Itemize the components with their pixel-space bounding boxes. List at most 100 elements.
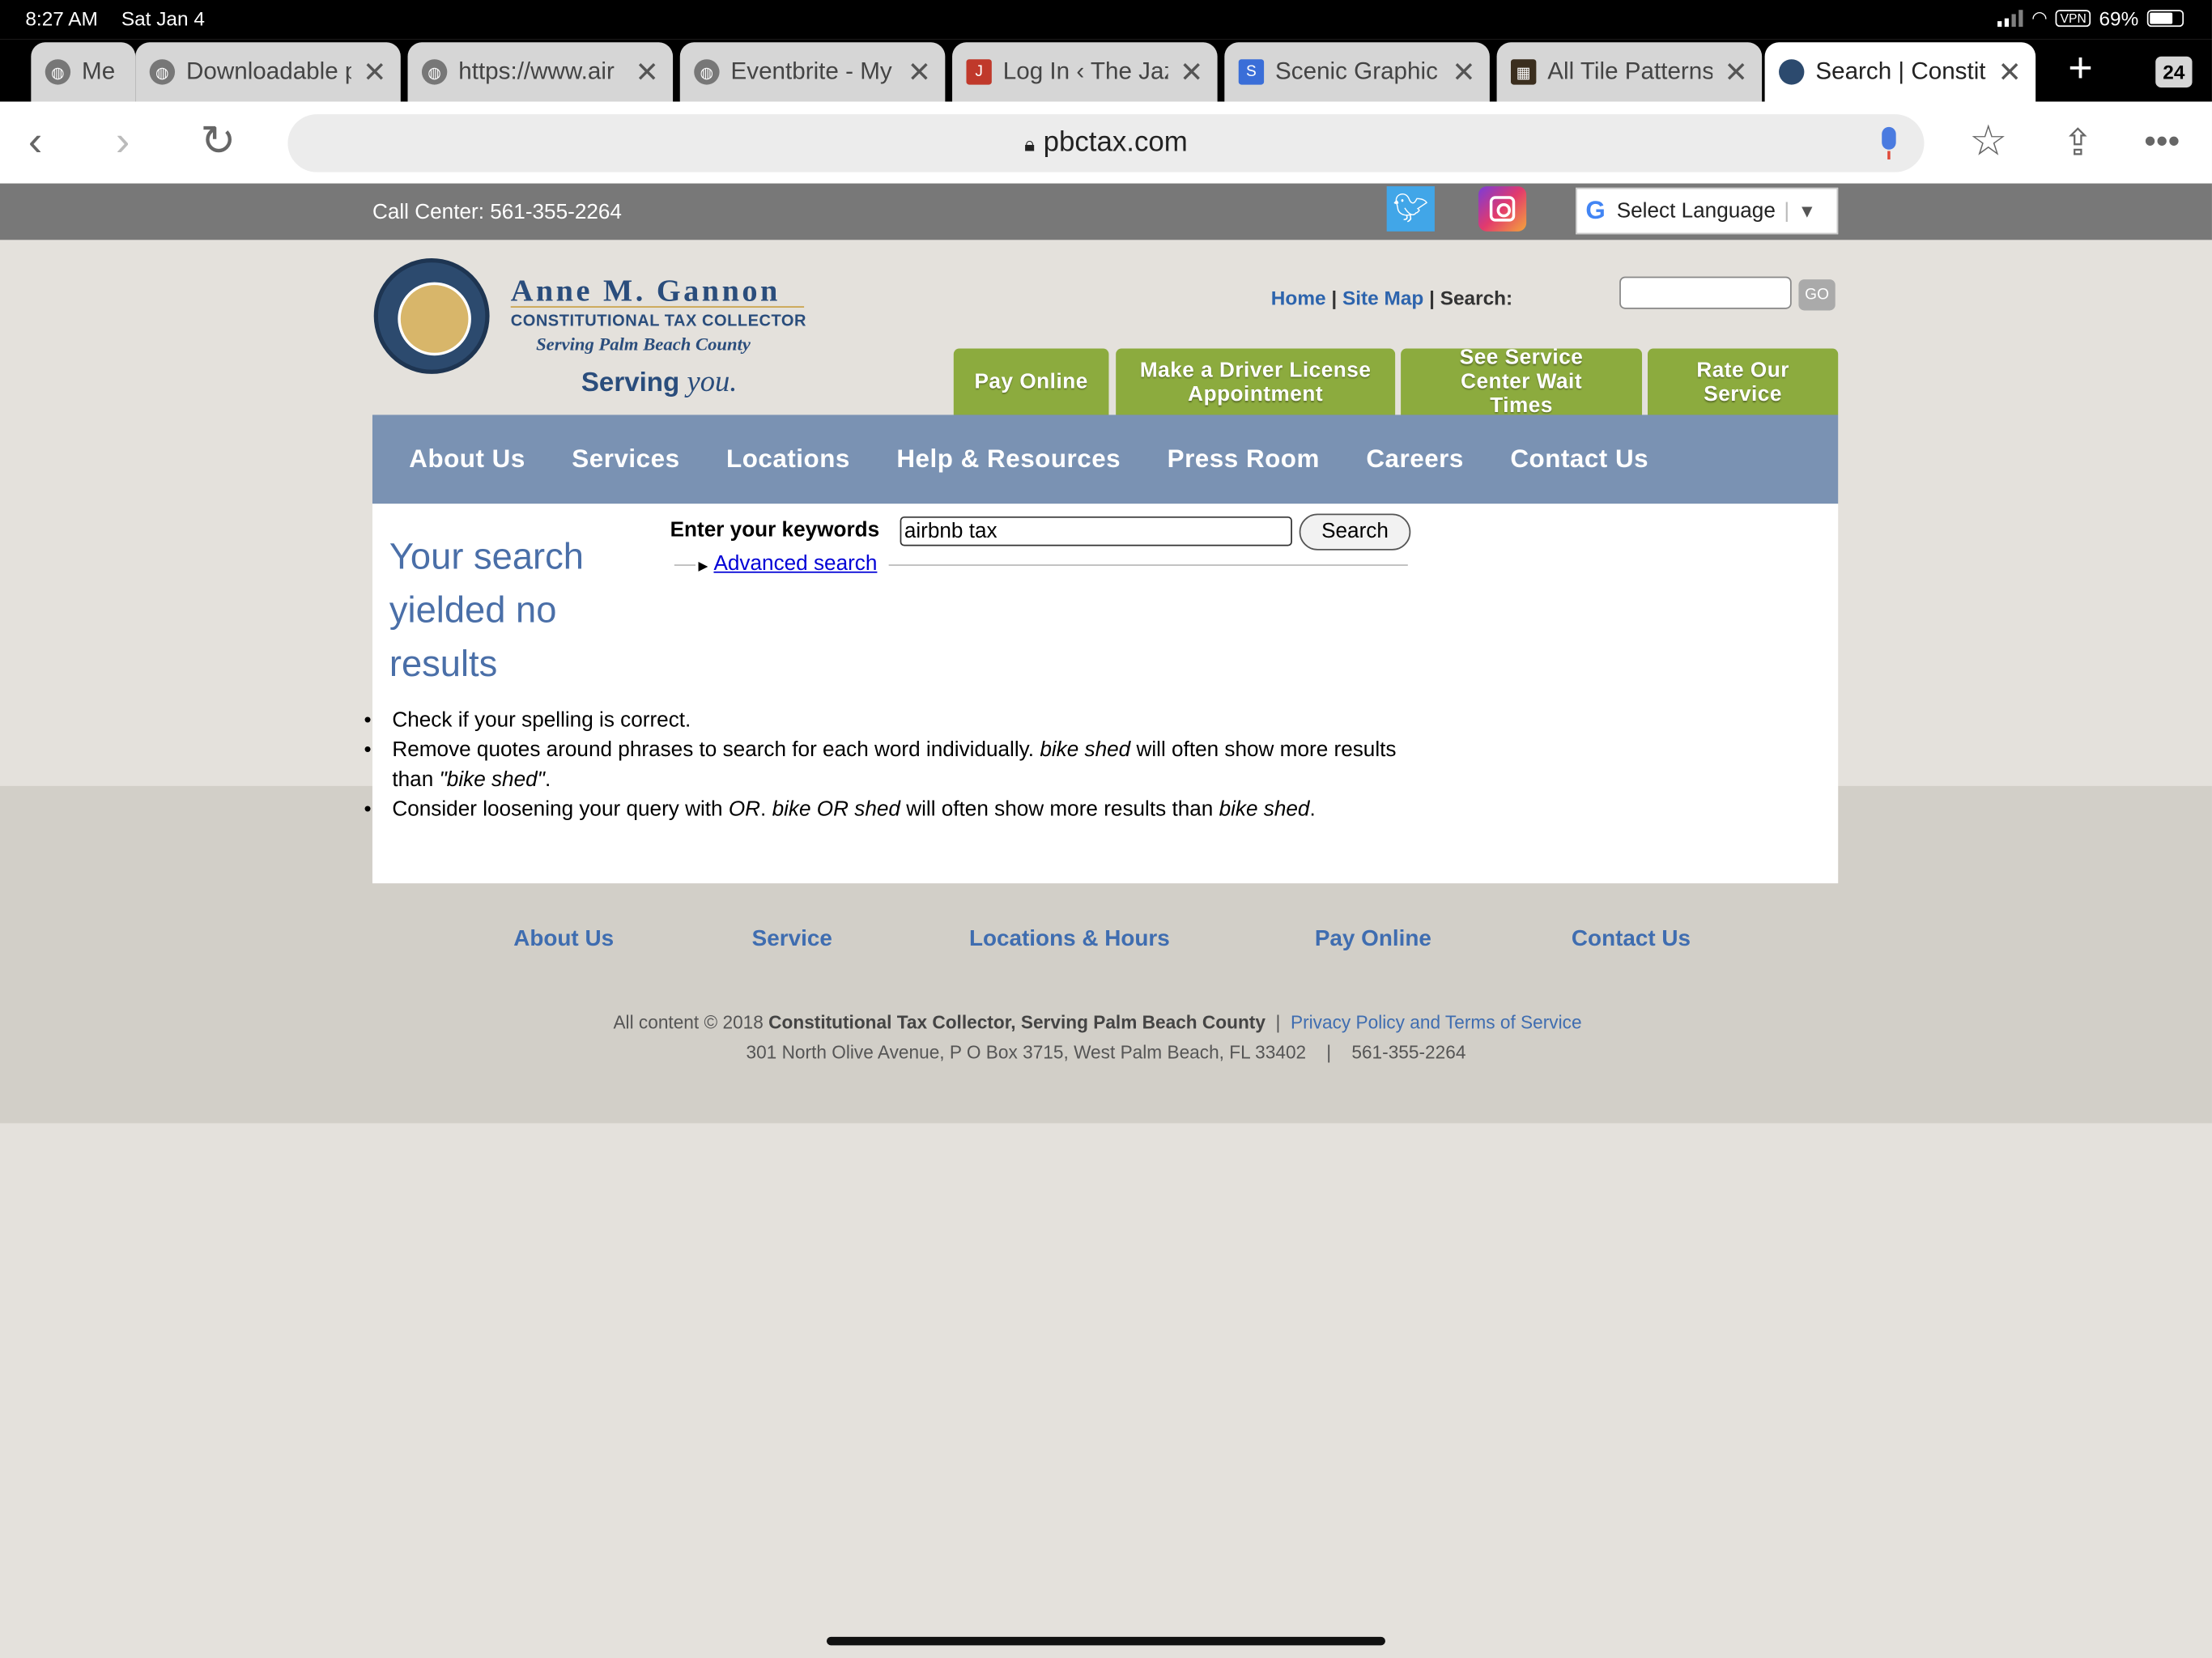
vpn-badge: VPN bbox=[2056, 10, 2091, 28]
copyright-sep: | bbox=[1265, 1011, 1291, 1033]
globe-icon: ◍ bbox=[694, 59, 720, 85]
nav-locations[interactable]: Locations bbox=[726, 444, 850, 474]
tab-title: https://www.air bbox=[458, 57, 615, 85]
footer-pay-online[interactable]: Pay Online bbox=[1315, 927, 1431, 952]
keywords-input[interactable]: airbnb tax bbox=[900, 516, 1292, 546]
browser-tab-active[interactable]: Search | Constit ✕ bbox=[1764, 42, 2036, 102]
footer-about-us[interactable]: About Us bbox=[513, 927, 614, 952]
site-search-input[interactable] bbox=[1619, 276, 1792, 309]
driver-license-appointment-button[interactable]: Make a Driver License Appointment bbox=[1116, 348, 1396, 415]
close-tab-icon[interactable]: ✕ bbox=[635, 54, 658, 90]
browser-tab[interactable]: S Scenic Graphic ✕ bbox=[1224, 42, 1490, 102]
footer-service[interactable]: Service bbox=[752, 927, 832, 952]
forward-icon[interactable]: › bbox=[116, 118, 130, 166]
close-tab-icon[interactable]: ✕ bbox=[1724, 54, 1747, 90]
search-button[interactable]: Search bbox=[1299, 513, 1411, 551]
browser-tab[interactable]: ◍ https://www.air ✕ bbox=[407, 42, 674, 102]
nav-about-us[interactable]: About Us bbox=[409, 444, 525, 474]
browser-tab[interactable]: ◍ Eventbrite - My ✕ bbox=[679, 42, 946, 102]
status-date: Sat Jan 4 bbox=[121, 6, 205, 30]
logo-subtitle: CONSTITUTIONAL TAX COLLECTOR bbox=[510, 312, 806, 330]
logo-divider bbox=[510, 306, 805, 308]
copyright-prefix: All content © 2018 bbox=[613, 1011, 769, 1033]
bookmark-star-icon[interactable]: ☆ bbox=[1969, 118, 2007, 166]
copyright-org: Constitutional Tax Collector, Serving Pa… bbox=[768, 1011, 1266, 1033]
close-tab-icon[interactable]: ✕ bbox=[1452, 54, 1475, 90]
nav-careers[interactable]: Careers bbox=[1366, 444, 1463, 474]
main-nav: About Us Services Locations Help & Resou… bbox=[372, 414, 1839, 504]
triangle-right-icon: ▶ bbox=[698, 559, 708, 573]
advanced-search-link[interactable]: Advanced search bbox=[713, 552, 877, 576]
advanced-search-toggle[interactable]: ▶ Advanced search bbox=[695, 551, 889, 576]
tab-title: Scenic Graphic bbox=[1275, 57, 1438, 85]
browser-tab-bar: ◍ Me ◍ Downloadable p ✕ ◍ https://www.ai… bbox=[0, 39, 2212, 102]
nav-contact-us[interactable]: Contact Us bbox=[1510, 444, 1648, 474]
battery-icon bbox=[2146, 10, 2184, 28]
search-results-panel: Your search yielded no results Enter you… bbox=[364, 504, 1839, 884]
url-field[interactable]: 🔒︎ pbctax.com bbox=[287, 114, 1925, 172]
search-tips: Check if your spelling is correct. Remov… bbox=[364, 706, 1436, 824]
search-label: Search: bbox=[1440, 286, 1513, 309]
tip-text: . bbox=[1309, 797, 1316, 822]
privacy-link[interactable]: Privacy Policy and Terms of Service bbox=[1291, 1012, 1582, 1033]
browser-tab[interactable]: ◍ Downloadable p ✕ bbox=[135, 42, 401, 102]
go-button[interactable]: GO bbox=[1798, 279, 1836, 311]
tip-or: Consider loosening your query with OR. b… bbox=[364, 794, 1436, 824]
logo-name[interactable]: Anne M. Gannon bbox=[511, 272, 781, 308]
language-select[interactable]: G Select Language | ▼ bbox=[1576, 187, 1839, 235]
wifi-icon: ◠ bbox=[2031, 6, 2048, 28]
tax-collector-seal-icon[interactable] bbox=[373, 257, 490, 374]
jazz-favicon-icon: J bbox=[966, 59, 992, 85]
tip-text: will often show more results than bbox=[900, 797, 1219, 822]
footer-locations-hours[interactable]: Locations & Hours bbox=[969, 927, 1170, 952]
reload-icon[interactable]: ↻ bbox=[200, 118, 236, 166]
copyright: All content © 2018 Constitutional Tax Co… bbox=[0, 1012, 2195, 1033]
nav-press-room[interactable]: Press Room bbox=[1168, 444, 1320, 474]
new-tab-icon[interactable]: + bbox=[2068, 47, 2093, 90]
close-tab-icon[interactable]: ✕ bbox=[363, 54, 386, 90]
browser-nav-bar: ‹ › ↻ 🔒︎ pbctax.com ☆ ⇪ ••• bbox=[0, 101, 2212, 184]
close-tab-icon[interactable]: ✕ bbox=[908, 54, 931, 90]
tip-example: bike shed bbox=[1219, 797, 1310, 822]
globe-icon: ◍ bbox=[45, 59, 71, 85]
seal-favicon-icon bbox=[1779, 59, 1805, 85]
back-icon[interactable]: ‹ bbox=[28, 118, 42, 166]
tip-text: Consider loosening your query with bbox=[392, 797, 729, 822]
home-indicator[interactable] bbox=[826, 1636, 1385, 1646]
status-bar: 8:27 AM Sat Jan 4 ◠ VPN 69% bbox=[0, 0, 2212, 40]
browser-tab[interactable]: ◍ Me bbox=[31, 42, 136, 102]
tip-example: bike shed bbox=[1040, 738, 1131, 763]
google-icon: G bbox=[1585, 196, 1606, 225]
tip-text: . bbox=[544, 767, 551, 792]
you-word: you. bbox=[687, 363, 738, 398]
status-time: 8:27 AM bbox=[25, 6, 98, 30]
home-link[interactable]: Home bbox=[1271, 287, 1326, 309]
close-tab-icon[interactable]: ✕ bbox=[1180, 54, 1203, 90]
sitemap-link[interactable]: Site Map bbox=[1342, 287, 1423, 309]
tip-spelling: Check if your spelling is correct. bbox=[364, 706, 1436, 736]
keywords-label: Enter your keywords bbox=[670, 517, 880, 542]
footer-contact-us[interactable]: Contact Us bbox=[1572, 927, 1691, 952]
language-label: Select Language bbox=[1616, 198, 1776, 223]
tip-text: Check if your spelling is correct. bbox=[392, 708, 691, 733]
tab-count-button[interactable]: 24 bbox=[2155, 56, 2193, 88]
instagram-icon[interactable] bbox=[1478, 186, 1527, 232]
wait-times-button[interactable]: See Service Center Wait Times bbox=[1401, 346, 1643, 418]
twitter-icon[interactable]: 🐦︎ bbox=[1386, 186, 1435, 232]
pay-online-button[interactable]: Pay Online bbox=[953, 348, 1109, 415]
lock-icon: 🔒︎ bbox=[1024, 132, 1036, 155]
share-icon[interactable]: ⇪ bbox=[2062, 118, 2093, 166]
more-icon[interactable]: ••• bbox=[2144, 118, 2180, 166]
tab-title: Eventbrite - My bbox=[730, 57, 892, 85]
tab-title: All Tile Patterns bbox=[1547, 57, 1713, 85]
battery-percent: 69% bbox=[2099, 6, 2139, 30]
close-tab-icon[interactable]: ✕ bbox=[1998, 54, 2022, 90]
nav-services[interactable]: Services bbox=[572, 444, 679, 474]
browser-tab[interactable]: J Log In ‹ The Jaz ✕ bbox=[952, 42, 1218, 102]
rate-service-button[interactable]: Rate Our Service bbox=[1648, 348, 1839, 415]
logo-tagline: Serving Palm Beach County bbox=[536, 333, 751, 355]
scenic-favicon-icon: S bbox=[1238, 59, 1265, 85]
microphone-icon[interactable] bbox=[1882, 126, 1896, 159]
browser-tab[interactable]: ▦ All Tile Patterns ✕ bbox=[1496, 42, 1763, 102]
nav-help-resources[interactable]: Help & Resources bbox=[896, 444, 1121, 474]
